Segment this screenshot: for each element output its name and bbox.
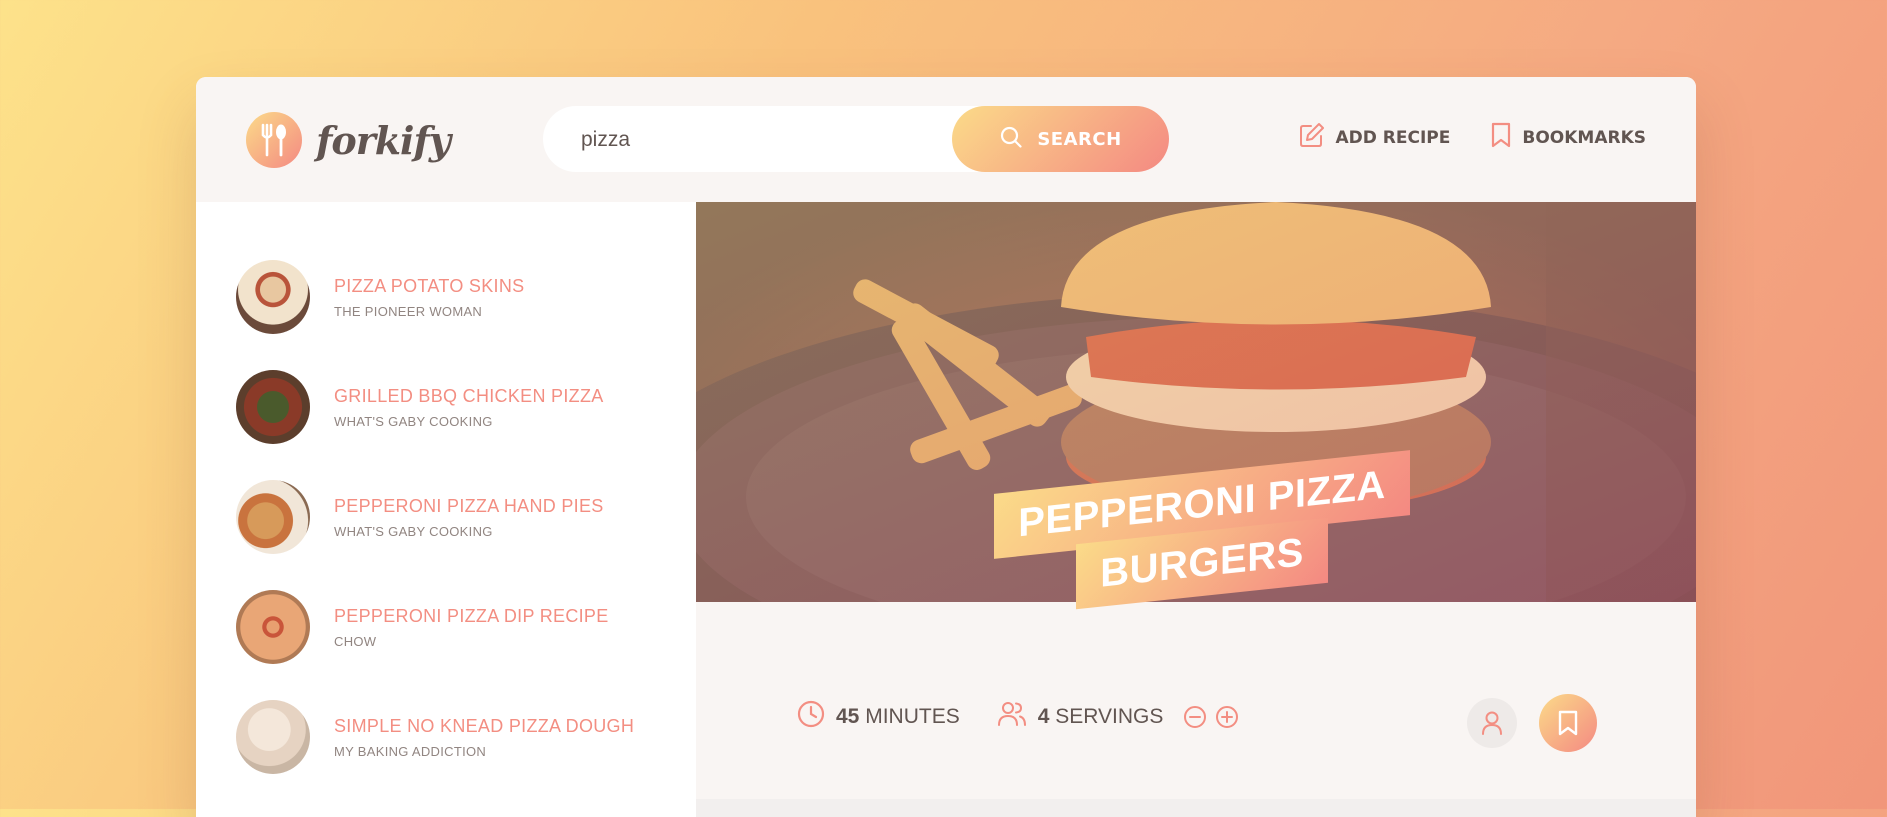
result-publisher: WHAT'S GABY COOKING — [334, 413, 493, 429]
result-item[interactable]: PEPPERONI PIZZA HAND PIES WHAT'S GABY CO… — [236, 480, 604, 554]
result-image — [236, 700, 310, 774]
users-icon — [996, 699, 1028, 735]
bookmark-recipe-button[interactable] — [1539, 694, 1597, 752]
app-container: forkify SEARCH ADD RECIPE — [196, 77, 1696, 817]
result-image — [236, 590, 310, 664]
logo[interactable]: forkify — [246, 112, 451, 168]
search-icon — [999, 125, 1023, 154]
result-title: PEPPERONI PIZZA HAND PIES — [334, 495, 604, 516]
search-form: SEARCH — [543, 106, 1169, 172]
result-item[interactable]: PIZZA POTATO SKINS THE PIONEER WOMAN — [236, 260, 524, 334]
result-title: PIZZA POTATO SKINS — [334, 275, 525, 296]
user-icon — [1482, 711, 1502, 735]
recipe-view: PEPPERONI PIZZA BURGERS 45 MINUTES 4 SER… — [696, 202, 1696, 817]
bookmark-icon — [1490, 121, 1512, 154]
minutes-label: MINUTES — [865, 705, 960, 728]
result-item[interactable]: GRILLED BBQ CHICKEN PIZZA WHAT'S GABY CO… — [236, 370, 604, 444]
result-image — [236, 370, 310, 444]
bookmarks-label: BOOKMARKS — [1522, 127, 1646, 148]
result-item[interactable]: SIMPLE NO KNEAD PIZZA DOUGH MY BAKING AD… — [236, 700, 634, 774]
result-publisher: WHAT'S GABY COOKING — [334, 523, 493, 539]
servings: 4 SERVINGS — [996, 699, 1244, 735]
minus-circle-icon — [1184, 706, 1207, 728]
result-item[interactable]: PEPPERONI PIZZA DIP RECIPE CHOW — [236, 590, 609, 664]
result-publisher: MY BAKING ADDICTION — [334, 743, 487, 759]
decrease-servings-button[interactable] — [1179, 701, 1211, 733]
search-button-label: SEARCH — [1037, 128, 1122, 150]
ingredients-section-edge — [696, 799, 1696, 817]
bookmark-fill-icon — [1558, 710, 1578, 736]
result-title: GRILLED BBQ CHICKEN PIZZA — [334, 385, 604, 406]
header: forkify SEARCH ADD RECIPE — [196, 77, 1696, 202]
plus-circle-icon — [1216, 706, 1239, 728]
bookmarks-button[interactable]: BOOKMARKS — [1490, 121, 1646, 154]
result-image — [236, 260, 310, 334]
cooking-time: 45 MINUTES — [796, 699, 960, 735]
result-title: PEPPERONI PIZZA DIP RECIPE — [334, 605, 609, 626]
result-publisher: CHOW — [334, 633, 377, 649]
servings-value: 4 — [1037, 705, 1050, 728]
add-recipe-button[interactable]: ADD RECIPE — [1298, 121, 1451, 154]
search-input[interactable] — [579, 121, 943, 159]
search-results: PIZZA POTATO SKINS THE PIONEER WOMAN GRI… — [196, 202, 696, 817]
logo-text: forkify — [316, 117, 451, 163]
result-title: SIMPLE NO KNEAD PIZZA DOUGH — [334, 715, 635, 736]
fork-spoon-icon — [246, 112, 302, 168]
result-image — [236, 480, 310, 554]
edit-icon — [1298, 121, 1326, 154]
result-publisher: THE PIONEER WOMAN — [334, 303, 483, 319]
increase-servings-button[interactable] — [1211, 701, 1243, 733]
servings-label: SERVINGS — [1055, 705, 1164, 728]
clock-icon — [796, 699, 826, 735]
nav: ADD RECIPE BOOKMARKS — [1298, 121, 1646, 154]
recipe-details: 45 MINUTES 4 SERVINGS — [796, 699, 1279, 735]
user-generated-badge — [1467, 698, 1517, 748]
minutes-value: 45 — [836, 705, 860, 728]
add-recipe-label: ADD RECIPE — [1335, 127, 1451, 148]
search-button[interactable]: SEARCH — [952, 106, 1169, 172]
